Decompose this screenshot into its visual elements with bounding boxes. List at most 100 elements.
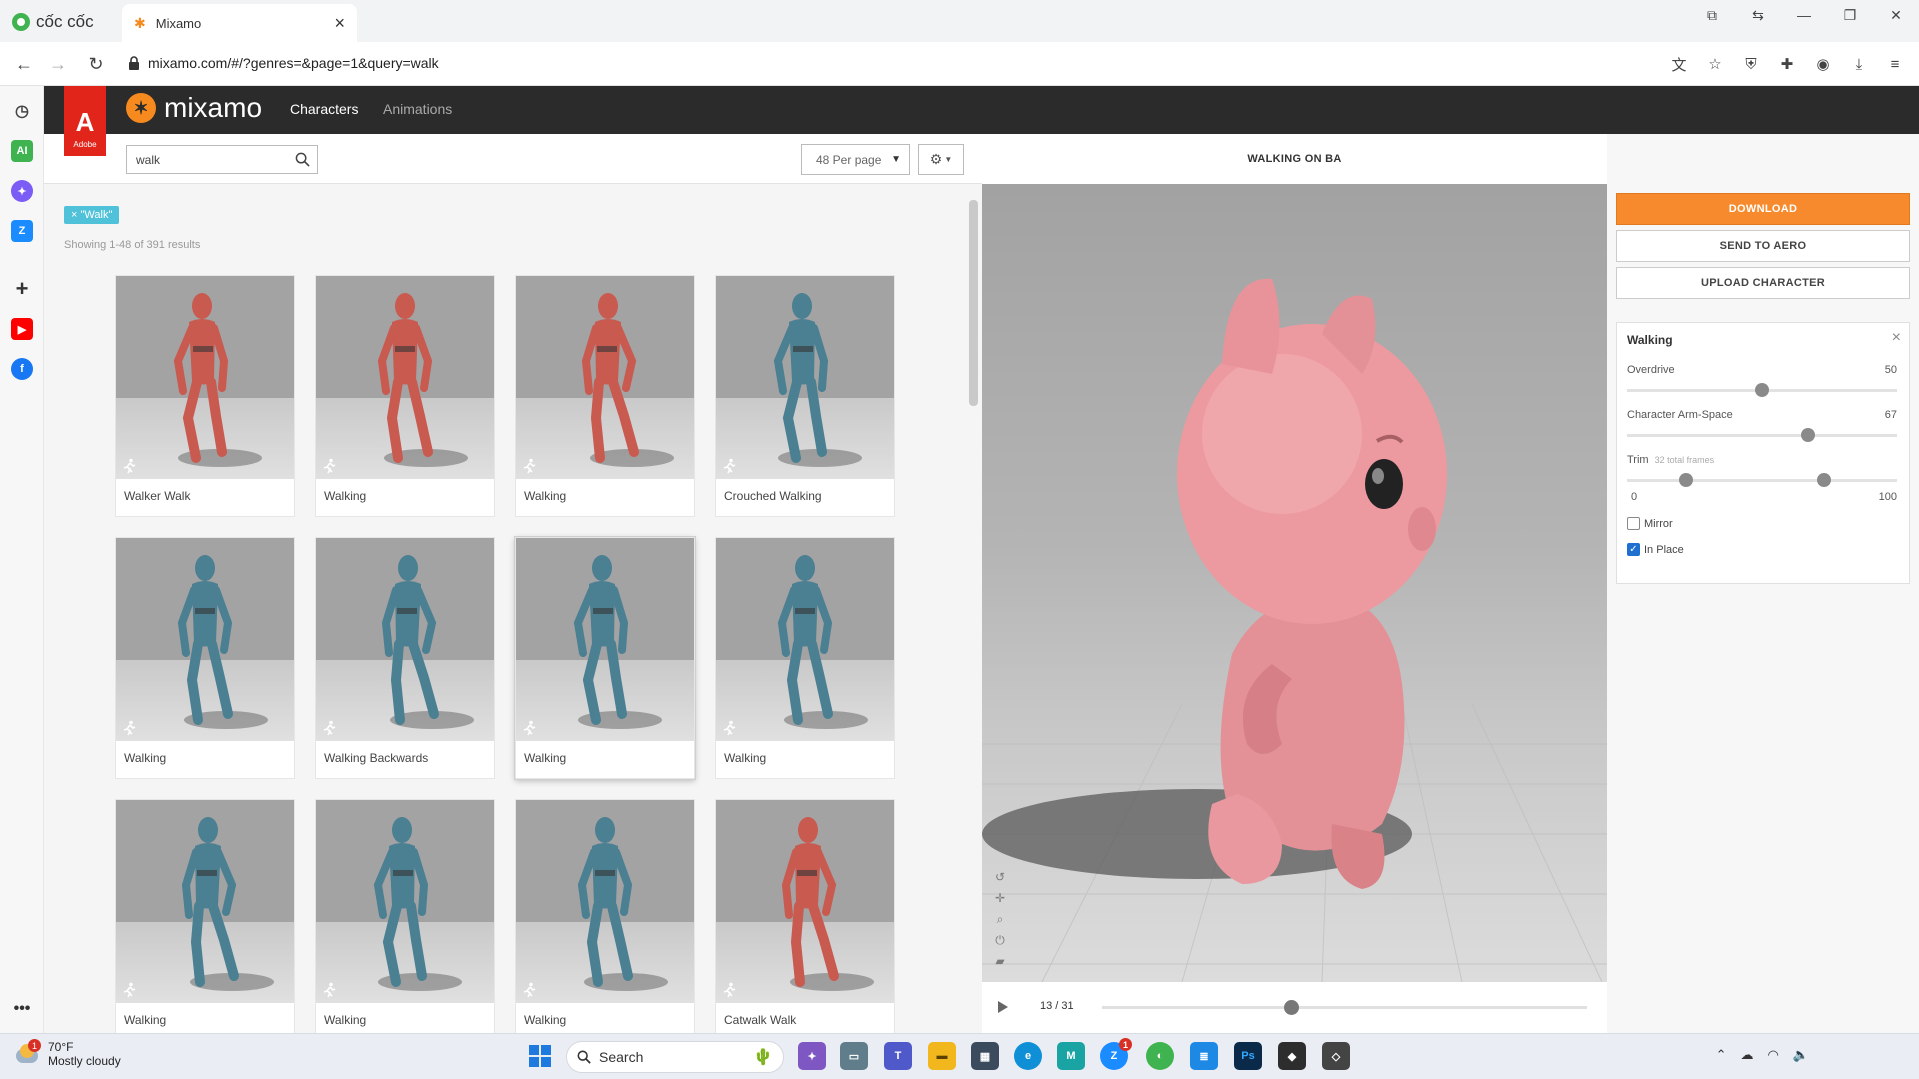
animation-thumbnail — [716, 538, 894, 741]
play-icon[interactable] — [994, 999, 1010, 1015]
results-scrollbar[interactable] — [969, 186, 978, 1033]
unity-icon[interactable]: ◆ — [1278, 1042, 1306, 1070]
animation-thumbnail — [116, 538, 294, 741]
file-explorer-icon[interactable]: ▬ — [928, 1042, 956, 1070]
youtube-icon[interactable]: ▶ — [11, 318, 33, 340]
browser-tab-mixamo[interactable]: ✱ Mixamo × — [122, 4, 357, 42]
download-button[interactable]: DOWNLOAD — [1616, 193, 1910, 225]
minimize-icon[interactable]: — — [1781, 0, 1827, 30]
download-icon[interactable]: ⤓ — [1847, 52, 1871, 76]
shield-icon[interactable]: ⛨ — [1739, 52, 1763, 76]
restore-icon[interactable]: ❐ — [1827, 0, 1873, 30]
timeline-track[interactable] — [1102, 1006, 1587, 1009]
in-place-checkbox[interactable]: ✓ — [1627, 543, 1640, 556]
mirror-option[interactable]: Mirror — [1627, 517, 1673, 530]
animation-card-label: Walking — [124, 751, 167, 765]
scrollbar-thumb[interactable] — [969, 200, 978, 406]
search-input[interactable]: walk — [126, 145, 318, 174]
wifi-icon[interactable]: ◠ — [1767, 1047, 1778, 1063]
upload-character-button[interactable]: UPLOAD CHARACTER — [1616, 267, 1910, 299]
mixamo-logo[interactable]: ✶ mixamo — [126, 92, 262, 124]
tab-close-icon[interactable]: × — [334, 13, 345, 34]
animation-card[interactable]: Crouched Walking — [715, 275, 895, 517]
window-close-icon[interactable]: ✕ — [1873, 0, 1919, 30]
animation-card[interactable]: Walking — [715, 537, 895, 779]
animation-card[interactable]: Walking — [515, 799, 695, 1033]
overdrive-slider-knob[interactable] — [1755, 383, 1769, 397]
back-icon[interactable]: ← — [12, 52, 36, 76]
edge-icon[interactable]: e — [1014, 1042, 1042, 1070]
trim-slider[interactable] — [1627, 473, 1897, 487]
per-page-select[interactable]: 48 Per page ▼ — [801, 144, 910, 175]
windows-start-icon[interactable] — [526, 1042, 554, 1070]
animation-card[interactable]: Walking — [315, 275, 495, 517]
trim-end-knob[interactable] — [1817, 473, 1832, 487]
mirror-checkbox[interactable] — [1627, 517, 1640, 530]
adobe-logo[interactable]: A Adobe — [64, 86, 106, 156]
animation-card[interactable]: Walking — [515, 275, 695, 517]
m-app-icon[interactable]: M — [1057, 1042, 1085, 1070]
notepad-icon[interactable]: ≣ — [1190, 1042, 1218, 1070]
zalo-icon[interactable]: Z — [11, 220, 33, 242]
animation-card[interactable]: Walking Backwards — [315, 537, 495, 779]
power-icon[interactable]: ⏻ — [992, 933, 1008, 947]
nav-characters[interactable]: Characters — [290, 101, 358, 117]
zalo-taskbar-icon[interactable]: Z1 — [1100, 1038, 1132, 1070]
animation-card[interactable]: Walking — [115, 537, 295, 779]
unity-hub-icon[interactable]: ◇ — [1322, 1042, 1350, 1070]
extensions-icon[interactable]: ✚ — [1775, 52, 1799, 76]
taskbar-search[interactable]: Search 🌵 — [566, 1041, 784, 1073]
back-forward-history-icon[interactable]: ⇆ — [1735, 0, 1781, 30]
armspace-slider[interactable] — [1627, 428, 1897, 442]
taskbar: 1 70°F Mostly cloudy Search 🌵 ✦ ▭ T ▬ ▦ … — [0, 1033, 1919, 1079]
animation-card[interactable]: Catwalk Walk — [715, 799, 895, 1033]
url-field[interactable]: mixamo.com/#/?genres=&page=1&query=walk — [128, 55, 439, 71]
mannequin-figure — [373, 817, 462, 991]
microsoft-store-icon[interactable]: ▦ — [971, 1042, 999, 1070]
weather-widget[interactable]: 1 70°F Mostly cloudy — [14, 1039, 121, 1068]
facebook-icon[interactable]: f — [11, 358, 33, 380]
filter-tag[interactable]: × "Walk" — [64, 206, 120, 224]
animation-card[interactable]: Walking — [115, 799, 295, 1033]
send-to-aero-button[interactable]: SEND TO AERO — [1616, 230, 1910, 262]
animation-card-selected[interactable]: Walking — [515, 537, 695, 779]
screenshot-icon[interactable]: ⧉ — [1689, 0, 1735, 30]
forward-icon[interactable]: → — [46, 52, 70, 76]
more-icon[interactable]: ••• — [11, 998, 33, 1020]
profile-icon[interactable]: ◉ — [1811, 52, 1835, 76]
trim-start-knob[interactable] — [1679, 473, 1694, 487]
remove-filter-icon[interactable]: × — [71, 209, 77, 221]
teams-icon[interactable]: T — [884, 1042, 912, 1070]
search-icon[interactable] — [295, 152, 310, 167]
bookmark-star-icon[interactable]: ☆ — [1703, 52, 1727, 76]
zoom-icon[interactable]: ⌕ — [992, 912, 1008, 926]
overdrive-slider[interactable] — [1627, 383, 1897, 397]
copilot-icon[interactable]: ✦ — [798, 1042, 826, 1070]
nav-animations[interactable]: Animations — [383, 101, 452, 117]
coccoc-taskbar-icon[interactable]: ◐ — [1146, 1042, 1174, 1070]
camera-icon[interactable]: ▰ — [992, 954, 1008, 968]
menu-icon[interactable]: ≡ — [1883, 52, 1907, 76]
show-hidden-icons-icon[interactable]: ⌃ — [1716, 1047, 1727, 1063]
armspace-slider-knob[interactable] — [1800, 428, 1815, 442]
running-figure-icon — [323, 458, 336, 474]
close-icon[interactable]: × — [1892, 329, 1901, 347]
messenger-icon[interactable]: ✦ — [11, 180, 33, 202]
translate-icon[interactable]: 文 — [1667, 52, 1691, 76]
pan-icon[interactable]: ✛ — [992, 891, 1008, 905]
ai-assistant-icon[interactable]: AI — [11, 140, 33, 162]
volume-icon[interactable]: 🔈 — [1793, 1047, 1809, 1063]
history-icon[interactable]: ◷ — [11, 100, 33, 122]
in-place-option[interactable]: ✓ In Place — [1627, 543, 1684, 556]
photoshop-icon[interactable]: Ps — [1234, 1042, 1262, 1070]
reload-icon[interactable]: ↻ — [84, 52, 108, 76]
settings-dropdown[interactable]: ⚙ ▼ — [918, 144, 964, 175]
onedrive-icon[interactable]: ☁ — [1740, 1047, 1753, 1063]
3d-viewport[interactable] — [982, 184, 1607, 982]
reset-view-icon[interactable]: ↺ — [992, 870, 1008, 884]
animation-card[interactable]: Walking — [315, 799, 495, 1033]
timeline-scrubber[interactable] — [1284, 1000, 1300, 1015]
task-view-icon[interactable]: ▭ — [840, 1042, 868, 1070]
animation-card[interactable]: Walker Walk — [115, 275, 295, 517]
add-sidebar-app-icon[interactable]: + — [11, 276, 33, 301]
